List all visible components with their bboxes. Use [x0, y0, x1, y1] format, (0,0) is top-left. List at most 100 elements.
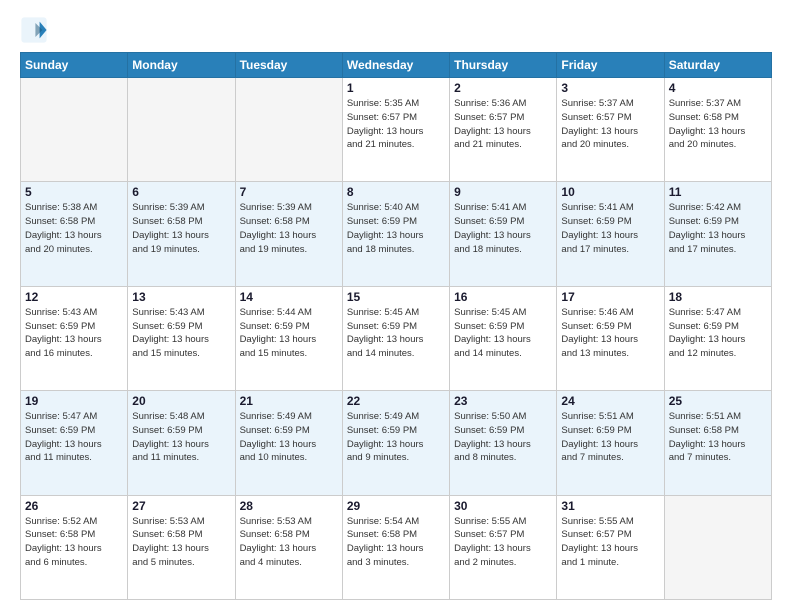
weekday-header-saturday: Saturday: [664, 53, 771, 78]
calendar-week-row: 12 Sunrise: 5:43 AMSunset: 6:59 PMDayligh…: [21, 286, 772, 390]
day-number: 17: [561, 290, 659, 304]
day-number: 10: [561, 185, 659, 199]
calendar-day-31: 31 Sunrise: 5:55 AMSunset: 6:57 PMDayligh…: [557, 495, 664, 599]
calendar-day-27: 27 Sunrise: 5:53 AMSunset: 6:58 PMDayligh…: [128, 495, 235, 599]
day-info: Sunrise: 5:43 AMSunset: 6:59 PMDaylight:…: [25, 306, 123, 361]
calendar-day-19: 19 Sunrise: 5:47 AMSunset: 6:59 PMDayligh…: [21, 391, 128, 495]
empty-cell: [128, 78, 235, 182]
day-info: Sunrise: 5:37 AMSunset: 6:58 PMDaylight:…: [669, 97, 767, 152]
day-number: 4: [669, 81, 767, 95]
calendar-day-17: 17 Sunrise: 5:46 AMSunset: 6:59 PMDayligh…: [557, 286, 664, 390]
calendar-day-29: 29 Sunrise: 5:54 AMSunset: 6:58 PMDayligh…: [342, 495, 449, 599]
day-info: Sunrise: 5:42 AMSunset: 6:59 PMDaylight:…: [669, 201, 767, 256]
calendar-week-row: 5Sunrise: 5:38 AMSunset: 6:58 PMDaylight…: [21, 182, 772, 286]
day-info: Sunrise: 5:53 AMSunset: 6:58 PMDaylight:…: [240, 515, 338, 570]
calendar-day-30: 30Sunrise: 5:55 AMSunset: 6:57 PMDayligh…: [450, 495, 557, 599]
day-number: 21: [240, 394, 338, 408]
calendar-day-23: 23 Sunrise: 5:50 AMSunset: 6:59 PMDayligh…: [450, 391, 557, 495]
weekday-header-tuesday: Tuesday: [235, 53, 342, 78]
day-number: 28: [240, 499, 338, 513]
calendar-day-15: 15 Sunrise: 5:45 AMSunset: 6:59 PMDayligh…: [342, 286, 449, 390]
day-info: Sunrise: 5:52 AMSunset: 6:58 PMDaylight:…: [25, 515, 123, 570]
day-info: Sunrise: 5:55 AMSunset: 6:57 PMDaylight:…: [561, 515, 659, 570]
calendar-day-2: 2Sunrise: 5:36 AMSunset: 6:57 PMDaylight…: [450, 78, 557, 182]
day-number: 24: [561, 394, 659, 408]
calendar-day-20: 20 Sunrise: 5:48 AMSunset: 6:59 PMDayligh…: [128, 391, 235, 495]
day-number: 14: [240, 290, 338, 304]
weekday-header-sunday: Sunday: [21, 53, 128, 78]
day-number: 1: [347, 81, 445, 95]
day-info: Sunrise: 5:49 AMSunset: 6:59 PMDaylight:…: [240, 410, 338, 465]
empty-cell: [235, 78, 342, 182]
calendar-day-18: 18 Sunrise: 5:47 AMSunset: 6:59 PMDayligh…: [664, 286, 771, 390]
day-number: 18: [669, 290, 767, 304]
day-info: Sunrise: 5:47 AMSunset: 6:59 PMDaylight:…: [669, 306, 767, 361]
weekday-header-thursday: Thursday: [450, 53, 557, 78]
weekday-header-row: SundayMondayTuesdayWednesdayThursdayFrid…: [21, 53, 772, 78]
calendar-day-25: 25 Sunrise: 5:51 AMSunset: 6:58 PMDayligh…: [664, 391, 771, 495]
day-info: Sunrise: 5:49 AMSunset: 6:59 PMDaylight:…: [347, 410, 445, 465]
calendar-week-row: 19 Sunrise: 5:47 AMSunset: 6:59 PMDayligh…: [21, 391, 772, 495]
calendar-day-13: 13 Sunrise: 5:43 AMSunset: 6:59 PMDayligh…: [128, 286, 235, 390]
day-info: Sunrise: 5:50 AMSunset: 6:59 PMDaylight:…: [454, 410, 552, 465]
day-number: 13: [132, 290, 230, 304]
calendar-day-28: 28 Sunrise: 5:53 AMSunset: 6:58 PMDayligh…: [235, 495, 342, 599]
day-info: Sunrise: 5:35 AMSunset: 6:57 PMDaylight:…: [347, 97, 445, 152]
day-number: 9: [454, 185, 552, 199]
day-info: Sunrise: 5:38 AMSunset: 6:58 PMDaylight:…: [25, 201, 123, 256]
day-number: 12: [25, 290, 123, 304]
calendar-table: SundayMondayTuesdayWednesdayThursdayFrid…: [20, 52, 772, 600]
day-info: Sunrise: 5:43 AMSunset: 6:59 PMDaylight:…: [132, 306, 230, 361]
day-info: Sunrise: 5:46 AMSunset: 6:59 PMDaylight:…: [561, 306, 659, 361]
calendar-week-row: 1 Sunrise: 5:35 AMSunset: 6:57 PMDaylight…: [21, 78, 772, 182]
day-info: Sunrise: 5:39 AMSunset: 6:58 PMDaylight:…: [132, 201, 230, 256]
day-number: 31: [561, 499, 659, 513]
day-info: Sunrise: 5:53 AMSunset: 6:58 PMDaylight:…: [132, 515, 230, 570]
day-number: 23: [454, 394, 552, 408]
day-number: 22: [347, 394, 445, 408]
day-number: 11: [669, 185, 767, 199]
day-number: 6: [132, 185, 230, 199]
day-info: Sunrise: 5:37 AMSunset: 6:57 PMDaylight:…: [561, 97, 659, 152]
day-info: Sunrise: 5:45 AMSunset: 6:59 PMDaylight:…: [454, 306, 552, 361]
weekday-header-friday: Friday: [557, 53, 664, 78]
day-info: Sunrise: 5:39 AMSunset: 6:58 PMDaylight:…: [240, 201, 338, 256]
logo-icon: [20, 16, 48, 44]
day-info: Sunrise: 5:41 AMSunset: 6:59 PMDaylight:…: [454, 201, 552, 256]
day-info: Sunrise: 5:40 AMSunset: 6:59 PMDaylight:…: [347, 201, 445, 256]
calendar-day-4: 4 Sunrise: 5:37 AMSunset: 6:58 PMDaylight…: [664, 78, 771, 182]
day-number: 25: [669, 394, 767, 408]
calendar-day-16: 16Sunrise: 5:45 AMSunset: 6:59 PMDayligh…: [450, 286, 557, 390]
calendar-day-24: 24Sunrise: 5:51 AMSunset: 6:59 PMDayligh…: [557, 391, 664, 495]
day-info: Sunrise: 5:47 AMSunset: 6:59 PMDaylight:…: [25, 410, 123, 465]
day-number: 27: [132, 499, 230, 513]
day-number: 7: [240, 185, 338, 199]
day-info: Sunrise: 5:45 AMSunset: 6:59 PMDaylight:…: [347, 306, 445, 361]
header: [20, 16, 772, 44]
calendar-day-14: 14Sunrise: 5:44 AMSunset: 6:59 PMDayligh…: [235, 286, 342, 390]
calendar-day-22: 22 Sunrise: 5:49 AMSunset: 6:59 PMDayligh…: [342, 391, 449, 495]
empty-cell: [664, 495, 771, 599]
day-number: 29: [347, 499, 445, 513]
calendar-day-1: 1 Sunrise: 5:35 AMSunset: 6:57 PMDaylight…: [342, 78, 449, 182]
day-info: Sunrise: 5:41 AMSunset: 6:59 PMDaylight:…: [561, 201, 659, 256]
day-number: 20: [132, 394, 230, 408]
day-info: Sunrise: 5:55 AMSunset: 6:57 PMDaylight:…: [454, 515, 552, 570]
calendar-day-21: 21 Sunrise: 5:49 AMSunset: 6:59 PMDayligh…: [235, 391, 342, 495]
logo: [20, 16, 52, 44]
calendar-day-3: 3 Sunrise: 5:37 AMSunset: 6:57 PMDaylight…: [557, 78, 664, 182]
day-number: 15: [347, 290, 445, 304]
day-info: Sunrise: 5:48 AMSunset: 6:59 PMDaylight:…: [132, 410, 230, 465]
weekday-header-wednesday: Wednesday: [342, 53, 449, 78]
calendar-week-row: 26Sunrise: 5:52 AMSunset: 6:58 PMDayligh…: [21, 495, 772, 599]
day-info: Sunrise: 5:36 AMSunset: 6:57 PMDaylight:…: [454, 97, 552, 152]
calendar-day-9: 9 Sunrise: 5:41 AMSunset: 6:59 PMDaylight…: [450, 182, 557, 286]
weekday-header-monday: Monday: [128, 53, 235, 78]
day-number: 19: [25, 394, 123, 408]
day-info: Sunrise: 5:54 AMSunset: 6:58 PMDaylight:…: [347, 515, 445, 570]
day-number: 3: [561, 81, 659, 95]
day-info: Sunrise: 5:51 AMSunset: 6:58 PMDaylight:…: [669, 410, 767, 465]
calendar-day-5: 5Sunrise: 5:38 AMSunset: 6:58 PMDaylight…: [21, 182, 128, 286]
calendar-day-6: 6 Sunrise: 5:39 AMSunset: 6:58 PMDaylight…: [128, 182, 235, 286]
day-number: 8: [347, 185, 445, 199]
